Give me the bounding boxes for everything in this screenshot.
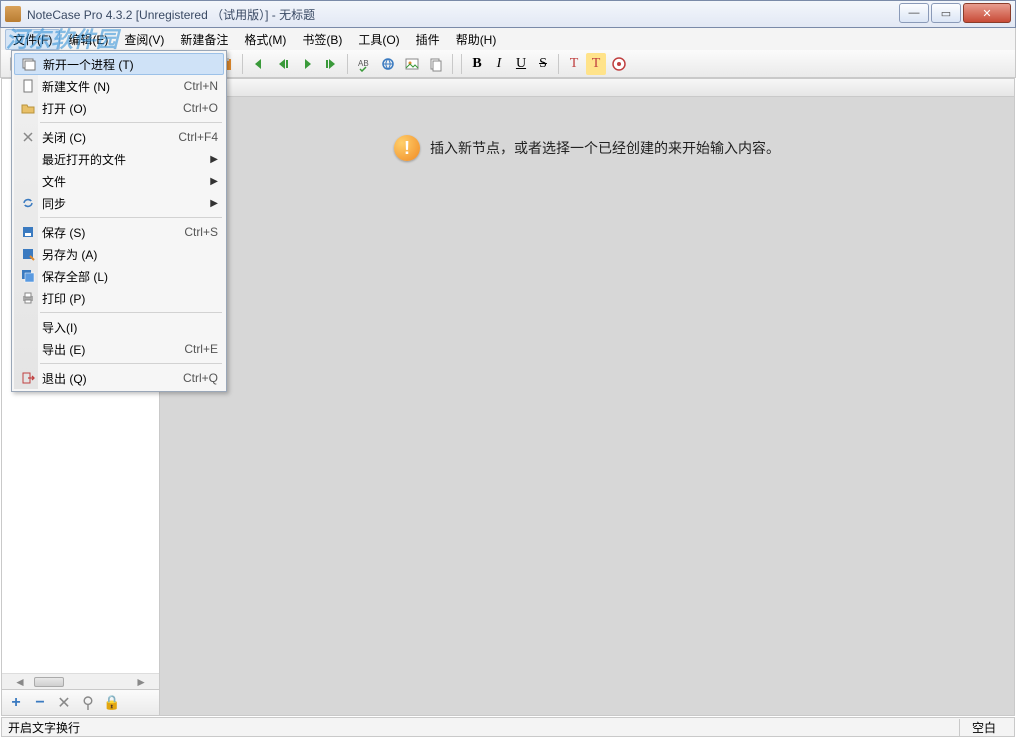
submenu-arrow-icon: ▶ [210, 176, 218, 187]
tb-highlight-button[interactable]: T [586, 53, 606, 75]
submenu-arrow-icon: ▶ [210, 198, 218, 209]
menu-exit[interactable]: 退出 (Q) Ctrl+Q [14, 367, 224, 389]
menu-saveall[interactable]: 保存全部 (L) [14, 265, 224, 287]
menu-view[interactable]: 查阅(V) [116, 29, 172, 50]
menu-saveas[interactable]: 另存为 (A) [14, 243, 224, 265]
sb-remove-button[interactable]: − [30, 693, 50, 713]
editor-hint: ! 插入新节点，或者选择一个已经创建的来开始输入内容。 [160, 135, 1014, 161]
sb-add-button[interactable]: + [6, 693, 26, 713]
exit-icon [18, 370, 38, 386]
menu-recent-files[interactable]: 最近打开的文件 ▶ [14, 148, 224, 170]
close-button[interactable]: ✕ [963, 3, 1011, 23]
tb-italic-button[interactable]: I [489, 53, 509, 75]
menu-export[interactable]: 导出 (E) Ctrl+E [14, 338, 224, 360]
status-right: 空白 [959, 719, 1008, 736]
menu-format[interactable]: 格式(M) [236, 29, 294, 50]
menu-import[interactable]: 导入(I) [14, 316, 224, 338]
print-icon [18, 290, 38, 306]
menu-edit[interactable]: 编辑(E) [60, 29, 116, 50]
tb-textcolor-button[interactable]: T [564, 53, 584, 75]
toolbar-separator [347, 54, 348, 74]
editor-hint-text: 插入新节点，或者选择一个已经创建的来开始输入内容。 [430, 138, 780, 158]
status-bar: 开启文字换行 空白 [1, 717, 1015, 737]
app-icon [5, 6, 21, 22]
toolbar-separator [461, 54, 462, 74]
editor-panel: ! 插入新节点，或者选择一个已经创建的来开始输入内容。 [160, 79, 1014, 715]
menu-plugins[interactable]: 插件 [408, 29, 448, 50]
menu-separator [40, 217, 222, 218]
tb-left-icon[interactable] [248, 53, 270, 75]
minimize-button[interactable]: — [899, 3, 929, 23]
menu-save[interactable]: 保存 (S) Ctrl+S [14, 221, 224, 243]
warning-icon: ! [394, 135, 420, 161]
window-title: NoteCase Pro 4.3.2 [Unregistered （试用版）] … [27, 6, 315, 23]
editor-ruler [160, 79, 1014, 97]
tb-bold-button[interactable]: B [467, 53, 487, 75]
saveall-icon [18, 268, 38, 284]
tb-help-icon[interactable] [608, 53, 630, 75]
tb-link-icon[interactable] [377, 53, 399, 75]
toolbar-separator [558, 54, 559, 74]
menu-tools[interactable]: 工具(O) [350, 29, 407, 50]
submenu-arrow-icon: ▶ [210, 154, 218, 165]
menu-close[interactable]: 关闭 (C) Ctrl+F4 [14, 126, 224, 148]
file-menu-dropdown: 新开一个进程 (T) 新建文件 (N) Ctrl+N 打开 (O) Ctrl+O… [11, 50, 227, 392]
sb-delete-button[interactable]: ✕ [54, 693, 74, 713]
menu-sync[interactable]: 同步 ▶ [14, 192, 224, 214]
sidebar-scrollbar[interactable]: ◄► [2, 673, 159, 689]
svg-text:AB: AB [358, 59, 369, 68]
menu-new-process[interactable]: 新开一个进程 (T) [14, 53, 224, 75]
window-controls: — ▭ ✕ [899, 3, 1011, 23]
sb-search-button[interactable]: ⚲ [78, 693, 98, 713]
saveas-icon [18, 246, 38, 262]
menu-print[interactable]: 打印 (P) [14, 287, 224, 309]
menu-separator [40, 312, 222, 313]
tb-spellcheck-icon[interactable]: AB [353, 53, 375, 75]
menu-bookmark[interactable]: 书签(B) [294, 29, 350, 50]
menu-new-note[interactable]: 新建备注 [172, 29, 236, 50]
menu-new-file[interactable]: 新建文件 (N) Ctrl+N [14, 75, 224, 97]
maximize-button[interactable]: ▭ [931, 3, 961, 23]
tb-attach-icon[interactable] [425, 53, 447, 75]
close-icon [18, 129, 38, 145]
tb-right-icon[interactable] [296, 53, 318, 75]
menu-separator [40, 122, 222, 123]
tb-left2-icon[interactable] [272, 53, 294, 75]
menu-open[interactable]: 打开 (O) Ctrl+O [14, 97, 224, 119]
folder-open-icon [18, 100, 38, 116]
menu-file-sub[interactable]: 文件 ▶ [14, 170, 224, 192]
menu-file[interactable]: 文件(F) [5, 29, 60, 50]
toolbar-separator [242, 54, 243, 74]
sidebar-toolbar: + − ✕ ⚲ 🔒 [2, 689, 159, 715]
sync-icon [18, 195, 38, 211]
sb-lock-button[interactable]: 🔒 [102, 693, 122, 713]
menu-bar: 文件(F) 编辑(E) 查阅(V) 新建备注 格式(M) 书签(B) 工具(O)… [0, 28, 1016, 50]
new-file-icon [18, 78, 38, 94]
title-bar: NoteCase Pro 4.3.2 [Unregistered （试用版）] … [0, 0, 1016, 28]
toolbar-separator [452, 54, 453, 74]
new-window-icon [19, 56, 39, 72]
tb-right2-icon[interactable] [320, 53, 342, 75]
save-icon [18, 224, 38, 240]
status-left: 开启文字换行 [8, 719, 80, 736]
tb-strike-button[interactable]: S [533, 53, 553, 75]
tb-image-icon[interactable] [401, 53, 423, 75]
menu-separator [40, 363, 222, 364]
menu-help[interactable]: 帮助(H) [448, 29, 505, 50]
tb-underline-button[interactable]: U [511, 53, 531, 75]
